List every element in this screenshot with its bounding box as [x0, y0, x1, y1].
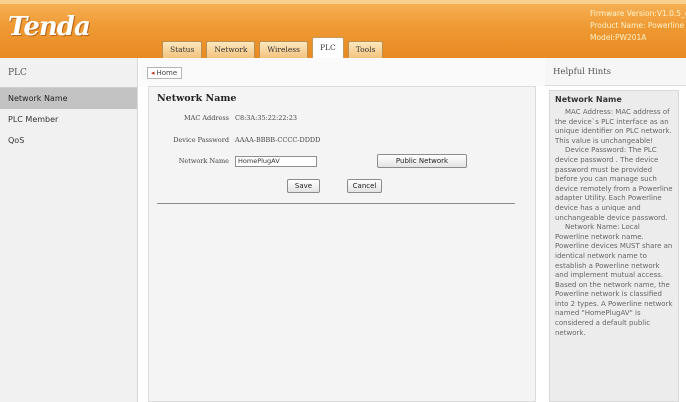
network-name-row: Network Name: [157, 154, 317, 168]
hints-title: Network Name: [555, 95, 622, 104]
hint-paragraph: Device Password: The PLC device password…: [555, 146, 673, 222]
hints-box: Network Name MAC Address: MAC address of…: [549, 90, 679, 402]
tab-wireless[interactable]: Wireless: [259, 41, 308, 58]
tab-status[interactable]: Status: [162, 41, 203, 58]
section-title: Network Name: [157, 93, 237, 104]
header-banner: Tenda Firmware Version:V1.0.5_en Product…: [0, 0, 686, 58]
home-arrow-icon: ◂: [151, 69, 155, 77]
hints-header-title: Helpful Hints: [553, 67, 612, 77]
device-info: Firmware Version:V1.0.5_en Product Name:…: [590, 8, 686, 44]
mac-address-value: C8:3A:35:22:22:23: [235, 114, 297, 122]
hint-paragraph: Network Name: Local Powerline network na…: [555, 223, 673, 337]
sidebar-title: PLC: [0, 58, 137, 88]
public-network-button[interactable]: Public Network: [377, 154, 467, 168]
mac-address-label: MAC Address: [183, 114, 229, 122]
hints-header: Helpful Hints: [545, 58, 686, 86]
sidebar-item-qos[interactable]: QoS: [0, 130, 137, 151]
model-name: Model:PW201A: [590, 33, 647, 42]
network-name-form: Network Name MAC Address C8:3A:35:22:22:…: [157, 93, 529, 204]
device-password-label: Device Password: [173, 136, 229, 144]
main-panel: Network Name MAC Address C8:3A:35:22:22:…: [148, 86, 536, 402]
form-divider: [157, 203, 515, 204]
firmware-version: Firmware Version:V1.0.5_en: [590, 9, 686, 18]
tab-plc[interactable]: PLC: [311, 37, 344, 58]
network-name-label: Network Name: [178, 157, 229, 165]
tab-network[interactable]: Network: [206, 41, 256, 58]
cancel-button[interactable]: Cancel: [347, 179, 382, 193]
network-name-input[interactable]: [235, 155, 317, 167]
save-button[interactable]: Save: [287, 179, 320, 193]
mac-address-row: MAC Address C8:3A:35:22:22:23: [157, 111, 297, 125]
tab-tools[interactable]: Tools: [347, 41, 384, 58]
main-tabs: Status Network Wireless PLC Tools: [162, 37, 387, 58]
sidebar: PLC Network Name PLC Member QoS: [0, 58, 138, 402]
header-highlight: [0, 0, 686, 4]
sidebar-item-plc-member[interactable]: PLC Member: [0, 109, 137, 130]
home-link-label: Home: [156, 69, 178, 77]
hints-panel: Network Name MAC Address: MAC address of…: [545, 86, 686, 402]
product-name: Product Name: Powerline AP: [590, 21, 686, 30]
sidebar-item-network-name[interactable]: Network Name: [0, 88, 137, 109]
tenda-logo: Tenda: [8, 12, 91, 42]
hint-paragraph: MAC Address: MAC address of the device`s…: [555, 108, 672, 145]
device-password-row: Device Password AAAA-BBBB-CCCC-DDDD: [157, 133, 320, 147]
home-link[interactable]: ◂ Home: [147, 67, 183, 79]
breadcrumb: ◂ Home: [139, 58, 545, 86]
device-password-value: AAAA-BBBB-CCCC-DDDD: [235, 136, 321, 144]
